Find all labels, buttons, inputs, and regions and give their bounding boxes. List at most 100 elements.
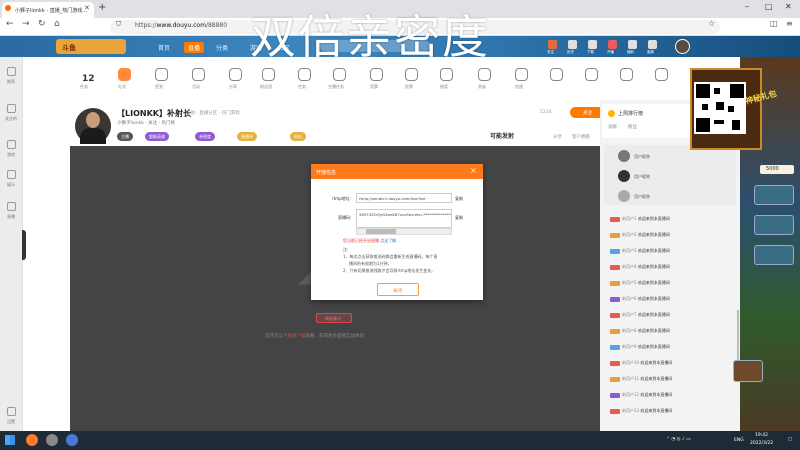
live-icon[interactable] — [7, 202, 16, 211]
client-view-label[interactable]: 客户端看 — [572, 134, 590, 140]
retry-button[interactable]: 刷新重试 — [316, 313, 352, 323]
rtmp-copy-button[interactable]: 复制 — [455, 196, 463, 202]
vote-icon[interactable] — [405, 68, 418, 81]
following-icon[interactable] — [7, 104, 16, 113]
user-avatar[interactable] — [675, 39, 690, 54]
extension-icon[interactable]: ◫ — [770, 19, 778, 28]
checkin-icon[interactable] — [155, 68, 168, 81]
obs-taskbar-icon[interactable] — [46, 434, 58, 446]
back-icon[interactable]: ← — [6, 19, 14, 29]
fan-club-icon[interactable] — [262, 68, 275, 81]
stream-code-scroll-thumb[interactable] — [366, 229, 396, 234]
sidebar-item-live[interactable]: 直播 — [4, 214, 18, 220]
rank-tab[interactable]: 贡献 — [608, 124, 617, 130]
maximize-icon[interactable]: □ — [765, 2, 773, 11]
shield-icon[interactable]: ⛉ — [116, 20, 121, 29]
nav-home[interactable]: 首页 — [158, 43, 170, 52]
ad-card[interactable] — [754, 245, 794, 265]
entertainment-icon[interactable] — [7, 170, 16, 179]
new-tab-icon[interactable]: + — [98, 2, 106, 13]
chip[interactable]: 亲密度 — [195, 132, 215, 141]
window-close-icon[interactable]: ✕ — [785, 2, 792, 11]
chip[interactable]: 粉丝 — [290, 132, 306, 141]
menu-icon[interactable]: ≡ — [786, 19, 793, 28]
sidebar-item-recommend[interactable]: 推荐 — [4, 79, 18, 85]
browser-taskbar-icon[interactable] — [26, 434, 38, 446]
home-icon[interactable]: ⌂ — [54, 19, 60, 29]
stream-warning-link[interactable]: 点这了解 — [380, 238, 396, 243]
rtmp-address-field[interactable]: rtmp://sendtc1.douyu.com/live/live — [356, 193, 452, 203]
activity-icon[interactable] — [192, 68, 205, 81]
nav-category[interactable]: 分类 — [216, 43, 228, 52]
lottery-icon[interactable] — [440, 68, 453, 81]
guess-icon[interactable] — [370, 68, 383, 81]
sidebar-item-game[interactable]: 游戏 — [4, 152, 18, 158]
url-prefix: https:// — [135, 22, 157, 29]
rank-row[interactable]: 用户昵称 — [634, 174, 650, 180]
noble-icon[interactable] — [478, 68, 491, 81]
chat-message: 新用户8 欢迎来到本直播间 — [610, 328, 670, 334]
chip[interactable]: 主播 — [117, 132, 133, 141]
gift-pack-icon[interactable] — [118, 68, 131, 81]
minimize-icon[interactable]: – — [745, 2, 749, 11]
share-icon[interactable] — [229, 68, 242, 81]
sidebar-item-entertainment[interactable]: 娱乐 — [4, 182, 18, 188]
rank-avatar[interactable] — [618, 170, 630, 182]
tray-icons[interactable]: ⌃ ◔ ◎ ♪ ▭ — [666, 437, 690, 442]
rank-row[interactable]: 用户昵称 — [634, 194, 650, 200]
follow-button[interactable]: 关注 — [570, 107, 604, 118]
treasure-chest-icon[interactable] — [733, 360, 763, 382]
ad-card[interactable] — [754, 215, 794, 235]
app-taskbar-icon[interactable] — [66, 434, 78, 446]
rank-row[interactable]: 用户昵称 — [634, 154, 650, 160]
sidebar-collapse-handle[interactable] — [22, 230, 26, 260]
chip[interactable]: 超能英雄 — [145, 132, 169, 141]
dialog-close-button[interactable]: 关闭 — [377, 283, 419, 296]
dialog-title: 开播信息 — [311, 164, 483, 179]
task-count: 12 — [82, 74, 95, 84]
more-feature-icon[interactable] — [585, 68, 598, 81]
task-icon[interactable] — [298, 68, 311, 81]
more-feature-icon[interactable] — [655, 68, 668, 81]
history-icon[interactable] — [568, 40, 577, 49]
rank-avatar[interactable] — [618, 150, 630, 162]
nav-live[interactable]: 直播 — [184, 42, 205, 53]
clock-date[interactable]: 2022/3/22 — [750, 441, 773, 446]
note-title: 注: — [343, 247, 349, 252]
share-label[interactable]: 分享 — [553, 134, 562, 140]
more-feature-icon[interactable] — [550, 68, 563, 81]
speed-icon[interactable] — [515, 68, 528, 81]
dialog-close-icon[interactable]: × — [470, 166, 477, 175]
ad-card[interactable] — [754, 185, 794, 205]
sidebar-item-following[interactable]: 关注的 — [4, 116, 18, 122]
rank-tab[interactable]: 粉丝 — [628, 124, 637, 130]
player-tip-link[interactable]: 下载客户端 — [283, 334, 306, 339]
gift-icon[interactable] — [628, 40, 637, 49]
follow-icon[interactable] — [548, 40, 557, 49]
chat-message: 新用户12 欢迎来到本直播间 — [610, 392, 672, 398]
more-feature-icon[interactable] — [620, 68, 633, 81]
streamer-task-icon[interactable] — [333, 68, 346, 81]
download-icon[interactable] — [588, 40, 597, 49]
feature-label: 抽奖 — [440, 84, 448, 89]
chip[interactable]: 直播间 — [237, 132, 257, 141]
sidebar-item-settings[interactable]: 设置 — [4, 419, 18, 425]
reload-icon[interactable]: ↻ — [38, 19, 46, 29]
browser-tab[interactable]: 小狮子lionkk - 直播_热门游戏... — [2, 2, 94, 18]
notification-icon[interactable]: ▢ — [788, 437, 792, 442]
stream-code-field[interactable]: 5697452r0yGXwrK87xvvSecrets=************… — [356, 209, 452, 228]
game-icon[interactable] — [7, 140, 16, 149]
forward-icon[interactable]: → — [22, 19, 30, 29]
stream-code-copy-button[interactable]: 复制 — [455, 215, 463, 221]
rank-avatar[interactable] — [618, 190, 630, 202]
service-icon[interactable] — [648, 40, 657, 49]
recommend-icon[interactable] — [7, 67, 16, 76]
tab-close-icon[interactable]: ✕ — [84, 4, 90, 12]
broadcast-icon[interactable] — [608, 40, 617, 49]
bookmark-star-icon[interactable]: ☆ — [708, 19, 715, 28]
language-indicator[interactable]: ENG — [734, 438, 744, 443]
clock-time[interactable]: 19:42 — [755, 433, 768, 438]
start-icon[interactable] — [5, 435, 15, 445]
site-logo[interactable]: 斗鱼 — [56, 39, 126, 54]
settings-icon[interactable] — [7, 407, 16, 416]
